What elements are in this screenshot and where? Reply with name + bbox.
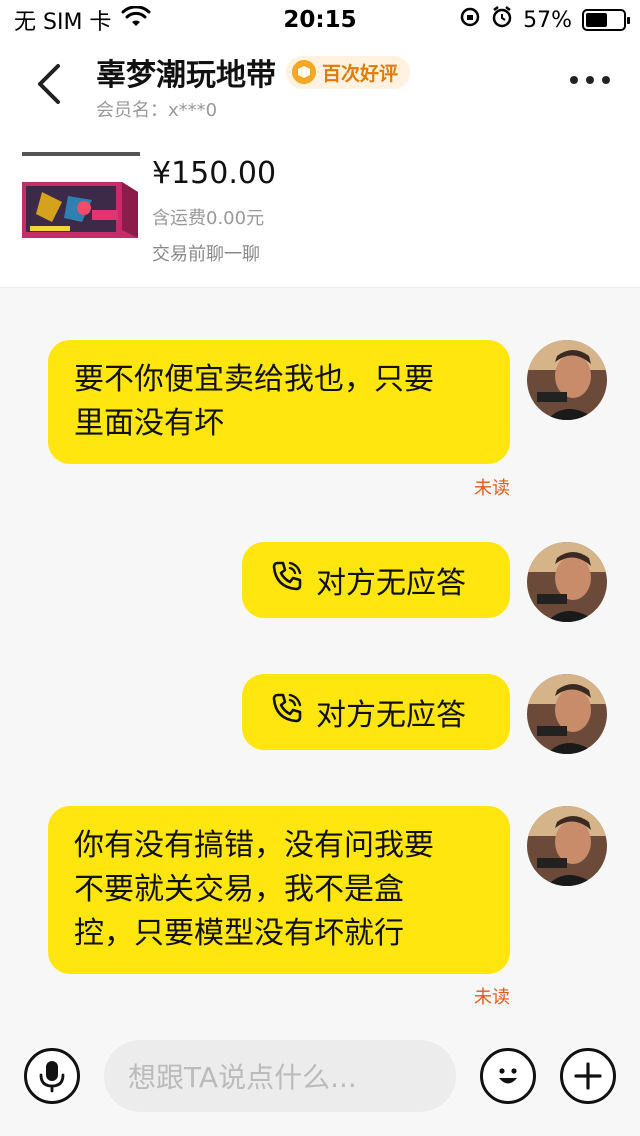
input-bar: 想跟TA说点什么...	[0, 1020, 640, 1136]
call-status-text: 对方无应答	[316, 698, 466, 733]
avatar[interactable]	[527, 806, 607, 886]
message-text: 里面没有坏	[74, 406, 224, 441]
avatar[interactable]	[527, 340, 607, 420]
avatar[interactable]	[527, 674, 607, 754]
call-message[interactable]: 对方无应答	[242, 674, 510, 750]
call-message[interactable]: 对方无应答	[242, 542, 510, 618]
alarm-icon	[491, 6, 513, 34]
voice-button[interactable]	[24, 1048, 80, 1104]
wifi-icon	[121, 5, 151, 34]
rating-badge: 百次好评	[286, 55, 411, 89]
call-status-text: 对方无应答	[316, 566, 466, 601]
hexagon-icon	[292, 60, 316, 84]
message-text: 要不你便宜卖给我也，只要	[74, 362, 434, 397]
member-name: 会员名：x***0	[96, 100, 218, 121]
message-bubble[interactable]: 你有没有搞错，没有问我要 不要就关交易，我不是盒 控，只要模型没有坏就行	[48, 806, 510, 974]
carrier-label: 无 SIM 卡	[14, 10, 112, 35]
battery-icon	[582, 9, 630, 31]
badge-label: 百次好评	[322, 62, 399, 85]
seller-name: 辜梦潮玩地带	[96, 58, 276, 93]
chat-header: 辜梦潮玩地带 百次好评 会员名：x***0	[0, 40, 640, 130]
shipping-fee: 含运费0.00元	[152, 208, 265, 229]
message-text: 不要就关交易，我不是盒	[74, 872, 404, 907]
unread-status: 未读	[474, 478, 510, 499]
product-image[interactable]	[22, 152, 140, 244]
battery-percent: 57%	[523, 7, 572, 33]
microphone-icon	[39, 1061, 65, 1093]
message-input[interactable]: 想跟TA说点什么...	[104, 1040, 456, 1112]
plus-icon	[574, 1062, 602, 1090]
more-dots-icon	[570, 76, 578, 84]
unread-status: 未读	[474, 987, 510, 1008]
chevron-left-icon	[38, 64, 60, 104]
back-button[interactable]	[30, 62, 70, 106]
rotation-lock-icon	[459, 6, 481, 34]
avatar[interactable]	[527, 542, 607, 622]
emoji-icon	[499, 1068, 517, 1084]
message-bubble[interactable]: 要不你便宜卖给我也，只要 里面没有坏	[48, 340, 510, 464]
phone-icon	[270, 691, 304, 733]
emoji-button[interactable]	[480, 1048, 536, 1104]
chat-hint: 交易前聊一聊	[152, 244, 260, 265]
more-button[interactable]	[570, 76, 610, 84]
product-card[interactable]: ¥150.00 含运费0.00元 交易前聊一聊	[0, 130, 640, 288]
message-text: 控，只要模型没有坏就行	[74, 916, 404, 951]
phone-icon	[270, 559, 304, 601]
status-bar: 无 SIM 卡 20:15 57%	[0, 0, 640, 40]
message-text: 你有没有搞错，没有问我要	[74, 828, 434, 863]
product-price: ¥150.00	[152, 156, 277, 191]
add-button[interactable]	[560, 1048, 616, 1104]
